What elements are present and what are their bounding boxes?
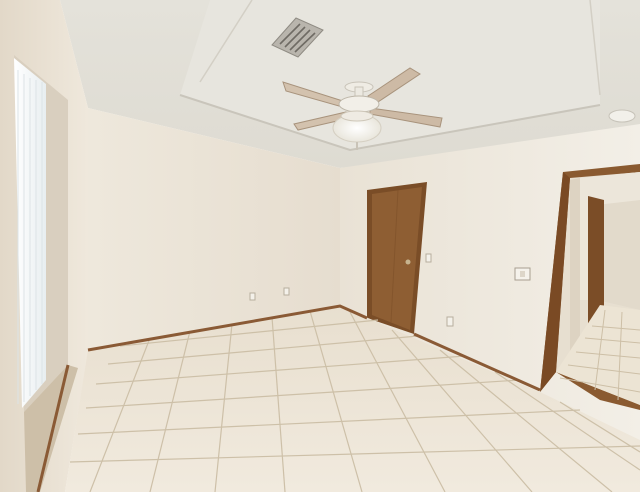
room-photo xyxy=(0,0,640,492)
left-wall xyxy=(0,0,88,492)
switch-icon xyxy=(514,267,531,281)
